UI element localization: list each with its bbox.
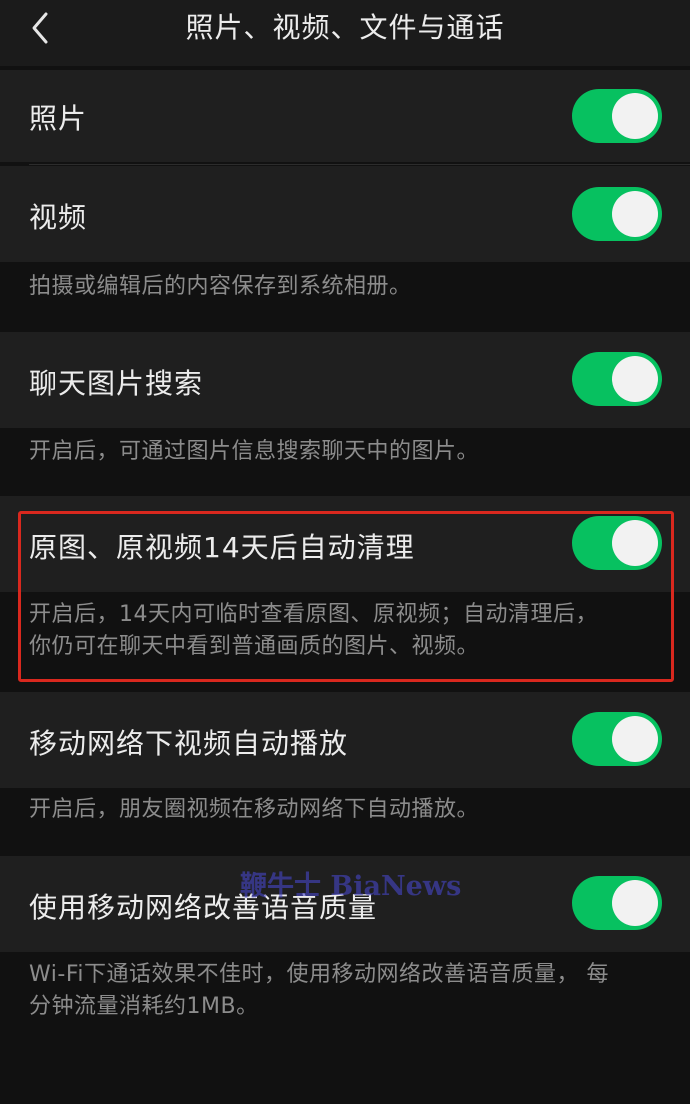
setting-label: 照片 [29, 102, 88, 135]
auto-cleanup-toggle[interactable] [572, 516, 662, 570]
chat-image-search-toggle[interactable] [572, 352, 662, 406]
setting-row-mobile-autoplay[interactable]: 移动网络下视频自动播放 [0, 692, 690, 788]
toggle-knob [612, 356, 658, 402]
watermark: 鞭牛士 BiaNews [240, 871, 462, 902]
setting-row-auto-cleanup[interactable]: 原图、原视频14天后自动清理 [0, 496, 690, 592]
setting-note: 开启后，可通过图片信息搜索聊天中的图片。 [29, 439, 480, 464]
setting-row-photos[interactable]: 照片 [0, 70, 690, 162]
setting-note-line2: 你仍可在聊天中看到普通画质的图片、视频。 [29, 634, 480, 659]
setting-row-videos[interactable]: 视频 [0, 166, 690, 262]
toggle-knob [612, 520, 658, 566]
toggle-knob [612, 93, 658, 139]
photos-toggle[interactable] [572, 89, 662, 143]
setting-label: 原图、原视频14天后自动清理 [29, 531, 415, 564]
divider [29, 164, 690, 165]
toggle-knob [612, 880, 658, 926]
setting-label: 移动网络下视频自动播放 [29, 727, 349, 760]
toggle-knob [612, 191, 658, 237]
setting-note-line1: 开启后，14天内可临时查看原图、原视频；自动清理后， [29, 602, 598, 627]
nav-bar: 照片、视频、文件与通话 [0, 0, 690, 66]
voice-quality-toggle[interactable] [572, 876, 662, 930]
setting-note-line1: Wi-Fi下通话效果不佳时，使用移动网络改善语音质量， 每 [29, 962, 609, 987]
setting-label: 视频 [29, 201, 88, 234]
toggle-knob [612, 716, 658, 762]
setting-note: 开启后，朋友圈视频在移动网络下自动播放。 [29, 797, 480, 822]
setting-label: 聊天图片搜索 [29, 367, 204, 400]
videos-toggle[interactable] [572, 187, 662, 241]
setting-note: 拍摄或编辑后的内容保存到系统相册。 [29, 274, 412, 299]
mobile-autoplay-toggle[interactable] [572, 712, 662, 766]
setting-note-line2: 分钟流量消耗约1MB。 [29, 994, 259, 1019]
setting-row-chat-image-search[interactable]: 聊天图片搜索 [0, 332, 690, 428]
page-title: 照片、视频、文件与通话 [185, 11, 505, 44]
